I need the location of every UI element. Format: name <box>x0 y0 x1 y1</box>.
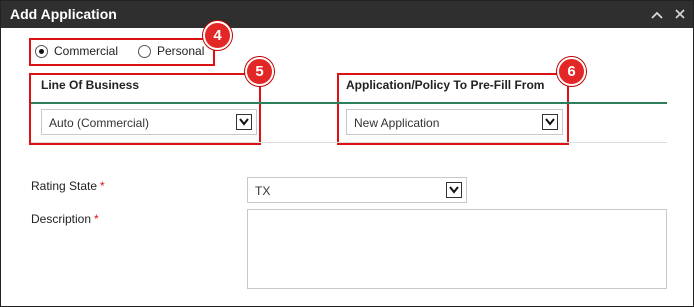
collapse-icon[interactable] <box>648 5 666 23</box>
line-of-business-select[interactable]: Auto (Commercial) <box>41 109 257 135</box>
annotation-badge-5: 5 <box>245 57 274 86</box>
annotation-badge-6: 6 <box>557 57 586 86</box>
close-icon[interactable] <box>671 5 689 23</box>
line-of-business-value: Auto (Commercial) <box>49 116 150 130</box>
annotation-badge-4: 4 <box>203 21 232 50</box>
dialog-titlebar: Add Application <box>1 1 693 28</box>
required-marker: * <box>100 179 105 193</box>
prefill-label: Application/Policy To Pre-Fill From <box>346 78 545 92</box>
highlight-box-4 <box>29 38 215 66</box>
form-divider <box>31 142 667 143</box>
add-application-dialog: Add Application Commercial Personal 4 5 … <box>0 0 694 307</box>
section-divider <box>31 102 667 104</box>
line-of-business-label: Line Of Business <box>41 78 140 92</box>
chevron-down-icon[interactable] <box>446 182 462 198</box>
dialog-title: Add Application <box>10 6 117 22</box>
description-label: Description * <box>31 212 99 226</box>
rating-state-value: TX <box>255 184 271 198</box>
prefill-value: New Application <box>354 116 440 130</box>
rating-state-label: Rating State * <box>31 179 105 193</box>
chevron-down-icon[interactable] <box>542 114 558 130</box>
description-textarea[interactable] <box>247 209 667 289</box>
chevron-down-icon[interactable] <box>236 114 252 130</box>
prefill-select[interactable]: New Application <box>346 109 563 135</box>
required-marker: * <box>94 212 99 226</box>
rating-state-select[interactable]: TX <box>247 177 467 203</box>
